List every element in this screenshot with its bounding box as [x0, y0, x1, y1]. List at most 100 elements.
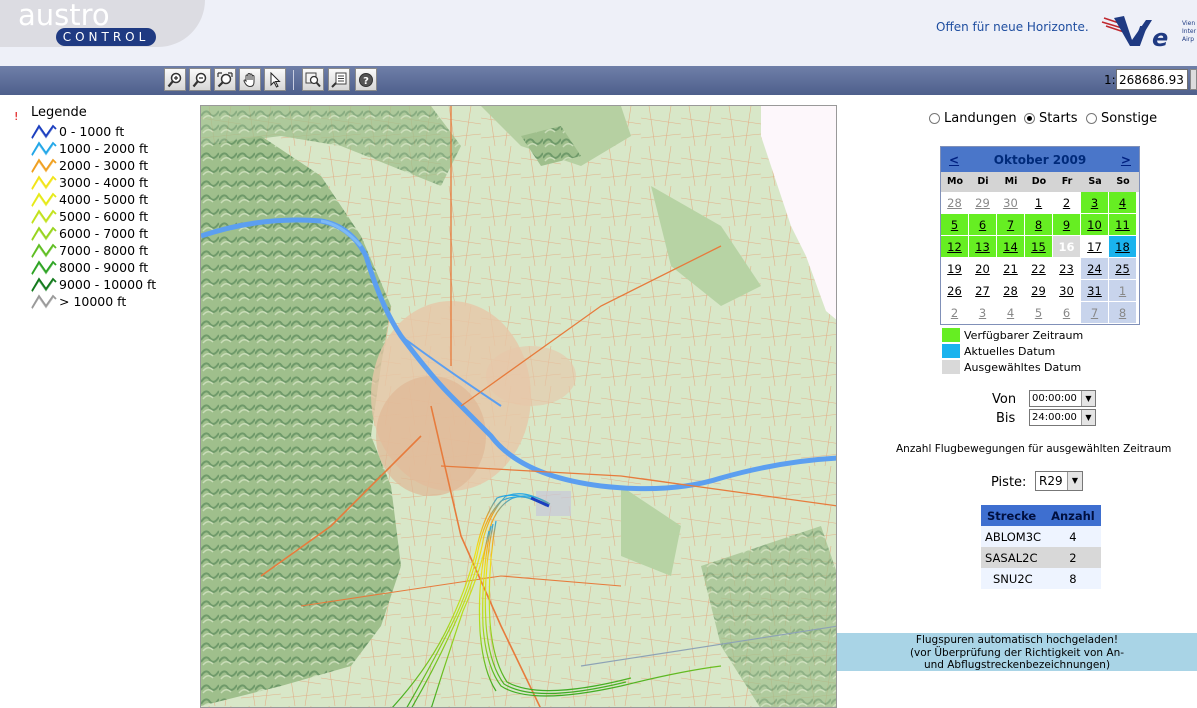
calendar-week: 19 20 21 22 23 24 25: [941, 258, 1139, 280]
legend-swatch: [942, 360, 960, 374]
help-button[interactable]: ?: [355, 68, 377, 91]
radio-starts[interactable]: [1024, 113, 1035, 124]
piste-select[interactable]: R29 ▼: [1035, 471, 1083, 491]
calendar-day[interactable]: 26: [941, 280, 969, 302]
piste-value: R29: [1039, 474, 1063, 488]
calendar-day[interactable]: 20: [969, 258, 997, 280]
map-view[interactable]: [200, 105, 837, 708]
calendar-day[interactable]: 31: [1081, 280, 1109, 302]
calendar-day[interactable]: 27: [969, 280, 997, 302]
time-to-select[interactable]: 24:00:00 ▼: [1029, 409, 1096, 426]
calendar-header: < Oktober 2009 >: [941, 147, 1139, 172]
filter-starts[interactable]: Starts: [1024, 111, 1078, 126]
time-to-value: 24:00:00: [1032, 412, 1077, 423]
calendar-day[interactable]: 3: [969, 302, 997, 324]
route-table: Strecke Anzahl ABLOM3C 4 SASAL2C 2 SNU2C 8: [981, 505, 1101, 589]
legend-item-label: 5000 - 6000 ft: [59, 209, 149, 224]
scale-apply-button[interactable]: [1190, 69, 1197, 90]
altitude-line-icon: [31, 277, 57, 293]
calendar-day[interactable]: 10: [1081, 214, 1109, 236]
calendar-day[interactable]: 6: [1053, 302, 1081, 324]
calendar-legend-label: Aktuelles Datum: [964, 344, 1056, 358]
calendar-day[interactable]: 29: [1025, 280, 1053, 302]
calendar-next-button[interactable]: >: [1121, 153, 1131, 167]
table-row[interactable]: SNU2C 8: [981, 568, 1101, 589]
calendar-day[interactable]: 28: [941, 192, 969, 214]
zoom-extent-button[interactable]: [214, 68, 236, 91]
altitude-line-icon: [31, 158, 57, 174]
calendar-day[interactable]: 14: [997, 236, 1025, 258]
calendar-day[interactable]: 29: [969, 192, 997, 214]
calendar-days: 28 29 30 1 2 3 4 5 6 7 8 9 10 11 12 13 14 15 16 17 18 19 20 21 2…: [941, 192, 1139, 324]
calendar-day[interactable]: 5: [1025, 302, 1053, 324]
time-from-select[interactable]: 00:00:00 ▼: [1029, 390, 1096, 407]
calendar-day[interactable]: 28: [997, 280, 1025, 302]
calendar-day[interactable]: 25: [1109, 258, 1137, 280]
calendar-day[interactable]: 8: [1025, 214, 1053, 236]
calendar-day[interactable]: 1: [1025, 192, 1053, 214]
legend-item-label: 1000 - 2000 ft: [59, 141, 149, 156]
calendar-day[interactable]: 7: [997, 214, 1025, 236]
upload-notice: Flugspuren automatisch hochgeladen! (vor…: [837, 633, 1197, 671]
notice-line-3: und Abflugstreckenbezeichnungen): [923, 659, 1111, 671]
calendar-day[interactable]: 23: [1053, 258, 1081, 280]
table-row[interactable]: SASAL2C 2: [981, 547, 1101, 568]
calendar-day[interactable]: 2: [941, 302, 969, 324]
legend-marker: !: [14, 110, 19, 123]
calendar-day[interactable]: 16: [1053, 236, 1081, 258]
calendar-day[interactable]: 21: [997, 258, 1025, 280]
legend-item: 0 - 1000 ft: [31, 123, 124, 140]
route-count: 4: [1045, 526, 1101, 547]
radio-landungen[interactable]: [929, 113, 940, 124]
calendar-day[interactable]: 24: [1081, 258, 1109, 280]
calendar-day[interactable]: 30: [1053, 280, 1081, 302]
calendar-prev-button[interactable]: <: [949, 153, 959, 167]
calendar-day[interactable]: 5: [941, 214, 969, 236]
calendar-day[interactable]: 7: [1081, 302, 1109, 324]
zoom-in-button[interactable]: [164, 68, 186, 91]
legend-item: 9000 - 10000 ft: [31, 276, 156, 293]
select-button[interactable]: [264, 68, 286, 91]
route-name: SNU2C: [981, 568, 1046, 589]
calendar-day[interactable]: 19: [941, 258, 969, 280]
scale-input[interactable]: [1116, 69, 1188, 90]
calendar-day[interactable]: 1: [1109, 280, 1137, 302]
zoom-extent-icon: [217, 71, 233, 87]
altitude-line-icon: [31, 243, 57, 259]
calendar-day[interactable]: 13: [969, 236, 997, 258]
radio-label-landungen: Landungen: [944, 111, 1017, 126]
calendar-day[interactable]: 17: [1081, 236, 1109, 258]
calendar-day[interactable]: 8: [1109, 302, 1137, 324]
calendar-legend-label: Verfügbarer Zeitraum: [964, 328, 1084, 342]
calendar-day[interactable]: 4: [997, 302, 1025, 324]
filter-sonstige[interactable]: Sonstige: [1086, 111, 1157, 126]
calendar-day[interactable]: 9: [1053, 214, 1081, 236]
pan-button[interactable]: [239, 68, 261, 91]
calendar-day[interactable]: 30: [997, 192, 1025, 214]
calendar-day[interactable]: 22: [1025, 258, 1053, 280]
calendar-day[interactable]: 12: [941, 236, 969, 258]
calendar-day[interactable]: 6: [969, 214, 997, 236]
calendar-day[interactable]: 3: [1081, 192, 1109, 214]
table-row[interactable]: ABLOM3C 4: [981, 526, 1101, 547]
zoom-window-button[interactable]: [302, 68, 324, 91]
radio-sonstige[interactable]: [1086, 113, 1097, 124]
select-arrow-icon: [270, 71, 281, 88]
calendar-day[interactable]: 18: [1109, 236, 1137, 258]
legend-item: 3000 - 4000 ft: [31, 174, 148, 191]
notice-line-2: (vor Überprüfung der Richtigkeit von An-: [909, 646, 1125, 659]
header: austro CONTROL Offen für neue Horizonte.…: [0, 0, 1197, 66]
calendar-day[interactable]: 4: [1109, 192, 1137, 214]
toolbar-divider: [293, 70, 294, 90]
calendar-day[interactable]: 11: [1109, 214, 1137, 236]
airport-subtext-1: Vien: [1182, 20, 1195, 27]
filter-landungen[interactable]: Landungen: [929, 111, 1017, 126]
identify-button[interactable]: [328, 68, 350, 91]
calendar-day[interactable]: 2: [1053, 192, 1081, 214]
radio-label-sonstige: Sonstige: [1101, 111, 1158, 126]
radio-label-starts: Starts: [1039, 111, 1078, 126]
zoom-out-button[interactable]: [189, 68, 211, 91]
map-canvas[interactable]: [201, 106, 837, 708]
calendar-day[interactable]: 15: [1025, 236, 1053, 258]
weekday-label: Fr: [1061, 176, 1073, 187]
